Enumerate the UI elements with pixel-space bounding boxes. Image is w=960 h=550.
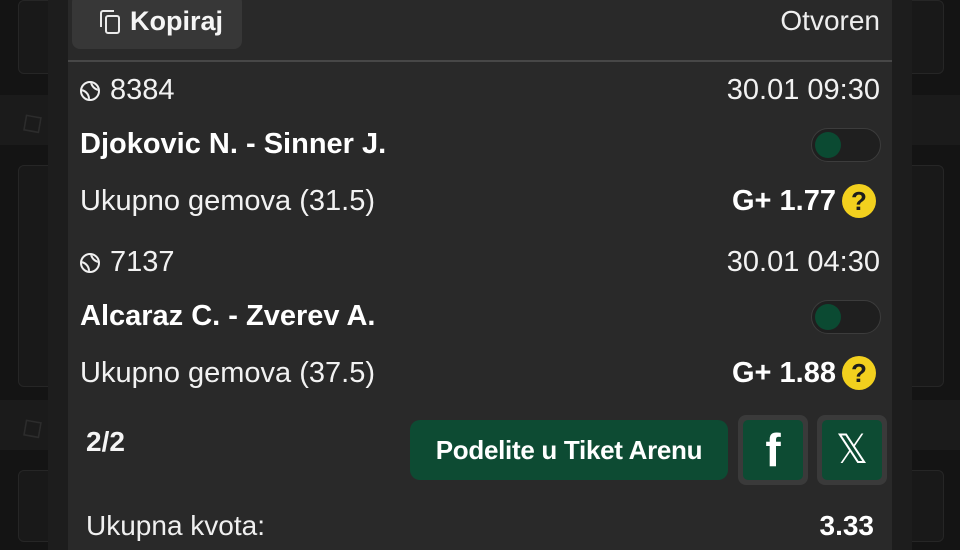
ticket-status: Otvoren xyxy=(780,5,880,36)
odd-value: G+ 1.88 xyxy=(732,356,836,389)
divider xyxy=(68,60,892,62)
facebook-icon: f xyxy=(743,420,803,480)
match-id: 8384 xyxy=(110,74,175,106)
copy-icon xyxy=(100,9,122,34)
match-time: 30.01 04:30 xyxy=(726,246,880,278)
share-tiket-arena-button[interactable]: Podelite u Tiket Arenu xyxy=(410,420,728,480)
match-title: Alcaraz C. - Zverev A. xyxy=(80,300,376,332)
facebook-share-button[interactable]: f xyxy=(738,415,808,485)
help-icon[interactable]: ? xyxy=(842,356,876,390)
tennis-ball-icon xyxy=(80,80,100,101)
x-logo-icon: 𝕏 xyxy=(822,420,882,480)
match-toggle[interactable] xyxy=(811,300,881,334)
selection-count: 2/2 xyxy=(86,426,125,457)
match-id-row: 7137 xyxy=(80,246,175,279)
selection-odd: G+ 1.77 ? xyxy=(732,184,876,218)
selection-odd: G+ 1.88 ? xyxy=(732,356,876,390)
match-toggle[interactable] xyxy=(811,128,881,162)
help-icon[interactable]: ? xyxy=(842,184,876,218)
match-id: 7137 xyxy=(110,246,175,278)
market-name: Ukupno gemova (31.5) xyxy=(80,185,375,217)
match-title: Djokovic N. - Sinner J. xyxy=(80,128,387,160)
toggle-knob xyxy=(815,304,841,330)
market-name: Ukupno gemova (37.5) xyxy=(80,357,375,389)
copy-button[interactable]: Kopiraj xyxy=(72,0,242,49)
odd-value: G+ 1.77 xyxy=(732,184,836,217)
total-odds-value: 3.33 xyxy=(819,510,875,541)
tennis-ball-icon xyxy=(80,252,100,273)
match-time: 30.01 09:30 xyxy=(726,74,880,106)
copy-button-label: Kopiraj xyxy=(130,6,224,36)
toggle-knob xyxy=(815,132,841,158)
x-share-button[interactable]: 𝕏 xyxy=(817,415,887,485)
match-id-row: 8384 xyxy=(80,74,175,107)
total-odds-label: Ukupna kvota: xyxy=(86,510,265,541)
